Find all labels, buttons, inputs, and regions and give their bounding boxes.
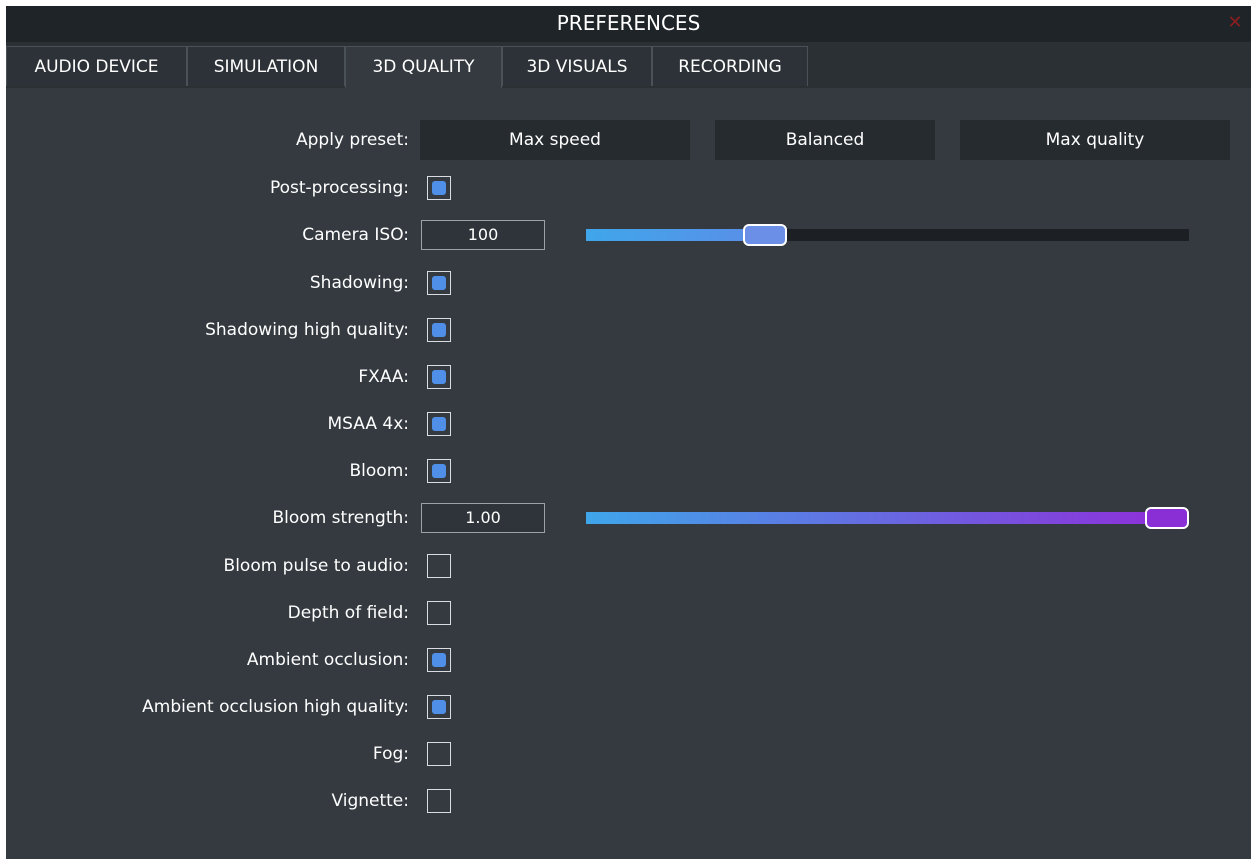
camera-iso-slider[interactable] — [586, 224, 1189, 246]
tab-simulation[interactable]: SIMULATION — [187, 46, 345, 86]
bloom-pulse-checkbox[interactable] — [427, 554, 451, 578]
depth-of-field-checkbox[interactable] — [427, 601, 451, 625]
checkbox-checked-mark — [432, 653, 446, 667]
ambient-occlusion-high-quality-label: Ambient occlusion high quality: — [142, 697, 409, 717]
camera-iso-slider-fill — [586, 229, 765, 241]
ambient-occlusion-high-quality-checkbox[interactable] — [427, 695, 451, 719]
camera-iso-slider-thumb[interactable] — [742, 224, 787, 246]
window-title: PREFERENCES — [556, 11, 701, 35]
bloom-strength-slider-thumb[interactable] — [1145, 507, 1189, 529]
checkbox-checked-mark — [432, 276, 446, 290]
depth-of-field-label: Depth of field: — [287, 603, 409, 623]
vignette-label: Vignette: — [331, 791, 409, 811]
fog-label: Fog: — [372, 744, 409, 764]
fxaa-label: FXAA: — [358, 367, 409, 387]
post-processing-label: Post-processing: — [269, 178, 409, 198]
bloom-strength-value-field[interactable]: 1.00 — [421, 503, 545, 533]
camera-iso-value-field[interactable]: 100 — [421, 220, 545, 250]
bloom-strength-slider[interactable] — [586, 507, 1189, 529]
checkbox-checked-mark — [432, 464, 446, 478]
checkbox-checked-mark — [432, 700, 446, 714]
fxaa-checkbox[interactable] — [427, 365, 451, 389]
fog-checkbox[interactable] — [427, 742, 451, 766]
max-quality-button[interactable]: Max quality — [960, 120, 1230, 160]
bloom-label: Bloom: — [349, 461, 409, 481]
msaa-label: MSAA 4x: — [327, 414, 409, 434]
bloom-checkbox[interactable] — [427, 459, 451, 483]
ambient-occlusion-checkbox[interactable] — [427, 648, 451, 672]
title-bar: PREFERENCES ✕ — [6, 6, 1251, 42]
max-speed-button[interactable]: Max speed — [420, 120, 690, 160]
close-icon[interactable]: ✕ — [1225, 6, 1245, 42]
vignette-checkbox[interactable] — [427, 789, 451, 813]
tab-3d-visuals[interactable]: 3D VISUALS — [502, 46, 652, 86]
checkbox-checked-mark — [432, 181, 446, 195]
checkbox-checked-mark — [432, 323, 446, 337]
balanced-button[interactable]: Balanced — [715, 120, 935, 160]
shadowing-label: Shadowing: — [309, 273, 409, 293]
shadowing-checkbox[interactable] — [427, 271, 451, 295]
ambient-occlusion-label: Ambient occlusion: — [246, 650, 409, 670]
bloom-pulse-label: Bloom pulse to audio: — [223, 556, 409, 576]
msaa-checkbox[interactable] — [427, 412, 451, 436]
tab-audio-device[interactable]: AUDIO DEVICE — [6, 46, 187, 86]
shadowing-high-quality-checkbox[interactable] — [427, 318, 451, 342]
tab-recording[interactable]: RECORDING — [652, 46, 808, 86]
preferences-window: PREFERENCES ✕ AUDIO DEVICE SIMULATION 3D… — [6, 6, 1251, 859]
bloom-strength-slider-fill — [586, 512, 1167, 524]
checkbox-checked-mark — [432, 370, 446, 384]
tab-bar: AUDIO DEVICE SIMULATION 3D QUALITY 3D VI… — [6, 42, 1251, 88]
checkbox-checked-mark — [432, 417, 446, 431]
bloom-strength-label: Bloom strength: — [272, 508, 409, 528]
tab-3d-quality[interactable]: 3D QUALITY — [345, 46, 502, 88]
camera-iso-label: Camera ISO: — [302, 225, 409, 245]
apply-preset-label: Apply preset: — [296, 130, 409, 150]
post-processing-checkbox[interactable] — [427, 176, 451, 200]
shadowing-high-quality-label: Shadowing high quality: — [205, 320, 409, 340]
